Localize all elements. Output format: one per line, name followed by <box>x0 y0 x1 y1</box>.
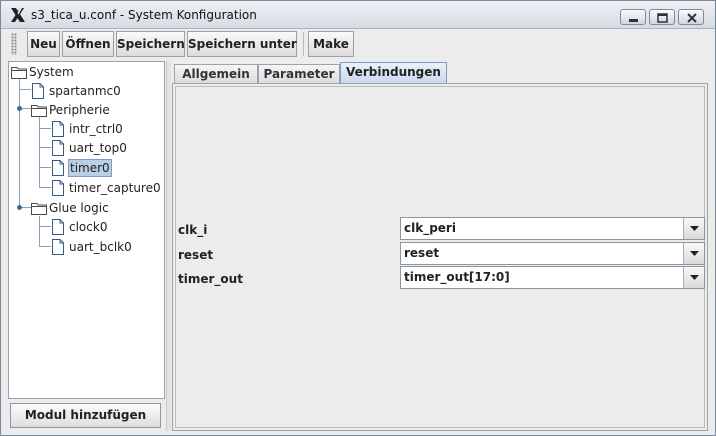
minimize-icon <box>629 19 638 22</box>
file-icon <box>52 121 64 137</box>
tree-line <box>39 147 51 148</box>
maximize-icon <box>657 13 668 23</box>
close-icon <box>687 13 697 23</box>
main-window: s3_tica_u.conf - System Konfiguration Ne… <box>0 0 716 436</box>
connection-label-reset: reset <box>178 248 214 262</box>
minimize-button[interactable] <box>620 9 646 25</box>
toolbar-grip[interactable] <box>11 33 17 55</box>
save-as-button[interactable]: Speichern unter <box>187 31 297 57</box>
tab-verbindungen[interactable]: Verbindungen <box>340 62 447 84</box>
tree-node-timer0[interactable]: timer0 <box>51 159 161 177</box>
file-icon <box>52 160 64 176</box>
app-x-icon <box>11 8 25 22</box>
file-icon <box>32 83 44 99</box>
tree-node-spartanmc0[interactable]: spartanmc0 <box>31 83 161 99</box>
chevron-down-icon <box>690 275 699 280</box>
toolbar: Neu Öffnen Speichern Speichern unter Mak… <box>9 30 709 58</box>
tree-node-label: Peripherie <box>49 103 110 117</box>
tab-content-verbindungen: clk_i clk_peri reset reset timer_out tim… <box>172 83 708 431</box>
title-bar: s3_tica_u.conf - System Konfiguration <box>1 1 715 29</box>
tree-node-label: System <box>29 65 74 79</box>
open-folder-icon <box>11 67 27 79</box>
tree-line <box>39 216 40 246</box>
connection-select-clk-i[interactable]: clk_peri <box>400 217 705 240</box>
tree-node-uart-bclk0[interactable]: uart_bclk0 <box>51 239 161 255</box>
file-icon <box>52 219 64 235</box>
tree-node-label: uart_top0 <box>69 141 127 155</box>
tree-line <box>39 246 51 247</box>
tree-node-clock0[interactable]: clock0 <box>51 219 161 235</box>
tree-node-peripherie[interactable]: Peripherie <box>31 102 161 118</box>
expand-toggle-glue-logic[interactable] <box>17 205 22 210</box>
tree-node-label: intr_ctrl0 <box>69 122 123 136</box>
tree-node-label: timer0 <box>68 159 112 177</box>
split-pane-divider[interactable] <box>166 61 171 431</box>
tree-node-label: timer_capture0 <box>69 181 161 195</box>
tree-node-glue-logic[interactable]: Glue logic <box>31 200 161 216</box>
add-module-button[interactable]: Modul hinzufügen <box>10 403 161 428</box>
file-icon <box>52 180 64 196</box>
chevron-down-icon <box>690 251 699 256</box>
tab-parameter[interactable]: Parameter <box>258 64 340 83</box>
tree-node-timer-capture0[interactable]: timer_capture0 <box>51 180 163 196</box>
dropdown-arrow-button[interactable] <box>683 218 704 239</box>
tree-line <box>19 89 31 90</box>
selected-value: reset <box>404 246 440 260</box>
tree-node-label: clock0 <box>69 220 108 234</box>
tree-line <box>39 167 51 168</box>
tree-line <box>39 226 51 227</box>
tab-allgemein[interactable]: Allgemein <box>174 64 258 83</box>
tree-line <box>39 128 51 129</box>
tree-line <box>39 187 51 188</box>
tree-node-label: spartanmc0 <box>49 84 121 98</box>
tree-node-label: uart_bclk0 <box>69 240 132 254</box>
connection-select-reset[interactable]: reset <box>400 242 705 265</box>
open-folder-icon <box>31 203 47 215</box>
tree-node-uart-top0[interactable]: uart_top0 <box>51 140 161 156</box>
expand-toggle-peripherie[interactable] <box>17 106 22 111</box>
chevron-down-icon <box>690 226 699 231</box>
dropdown-arrow-button[interactable] <box>683 267 704 288</box>
selected-value: clk_peri <box>404 221 456 235</box>
open-folder-icon <box>31 105 47 117</box>
new-button[interactable]: Neu <box>27 31 60 57</box>
connection-label-clk-i: clk_i <box>178 223 208 237</box>
close-button[interactable] <box>678 9 704 25</box>
tree-node-label: Glue logic <box>49 201 109 215</box>
open-button[interactable]: Öffnen <box>62 31 114 57</box>
connections-panel: clk_i clk_peri reset reset timer_out tim… <box>175 86 705 428</box>
connection-select-timer-out[interactable]: timer_out[17:0] <box>400 266 705 289</box>
make-button[interactable]: Make <box>308 31 354 57</box>
toolbar-separator <box>303 32 304 56</box>
connection-label-timer-out: timer_out <box>178 272 243 286</box>
tree-line <box>19 78 20 208</box>
tab-bar: Allgemein Parameter Verbindungen <box>172 62 710 84</box>
save-button[interactable]: Speichern <box>116 31 185 57</box>
selected-value: timer_out[17:0] <box>404 270 510 284</box>
dropdown-arrow-button[interactable] <box>683 243 704 264</box>
file-icon <box>52 140 64 156</box>
window-title: s3_tica_u.conf - System Konfiguration <box>31 8 257 22</box>
tree-node-system[interactable]: System <box>11 64 161 80</box>
tree-node-intr-ctrl0[interactable]: intr_ctrl0 <box>51 121 161 137</box>
file-icon <box>52 239 64 255</box>
module-tree: System spartanmc0 Peripherie intr_ctrl0 <box>8 61 165 399</box>
maximize-button[interactable] <box>649 9 675 25</box>
